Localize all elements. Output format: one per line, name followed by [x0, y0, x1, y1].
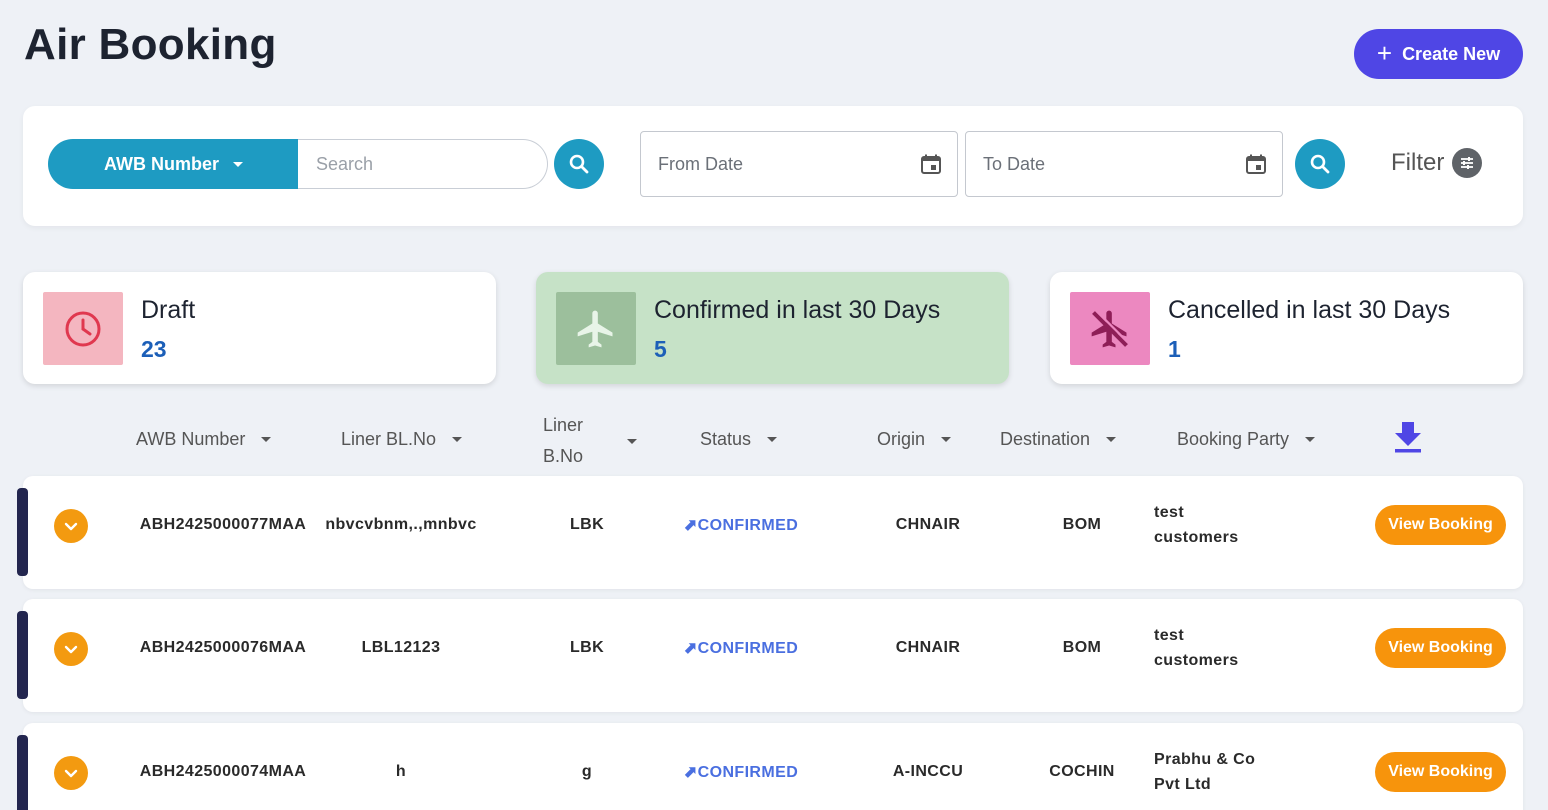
- cell-status: ⬈CONFIRMED: [684, 515, 798, 535]
- search-icon: [569, 154, 589, 174]
- stat-label: Draft: [141, 296, 196, 324]
- column-header-liner-bl-no[interactable]: Liner BL.No: [341, 429, 463, 450]
- to-date-placeholder: To Date: [983, 153, 1046, 174]
- column-header-label: Liner BL.No: [341, 429, 437, 449]
- status-text: CONFIRMED: [697, 764, 799, 781]
- cell-liner-b-no: g: [581, 763, 593, 780]
- clock-icon: [43, 292, 123, 365]
- cell-liner-bl-no: LBL12123: [361, 639, 441, 656]
- table-row: ABH2425000076MAA LBL12123 LBK ⬈CONFIRMED…: [17, 599, 1523, 712]
- confirmed-icon: ⬈: [683, 640, 698, 657]
- stat-label: Confirmed in last 30 Days: [654, 296, 941, 324]
- cell-origin: CHNAIR: [895, 639, 961, 656]
- cell-liner-b-no: LBK: [569, 639, 605, 656]
- column-header-awb-number[interactable]: AWB Number: [136, 429, 272, 450]
- column-header-booking-party[interactable]: Booking Party: [1177, 429, 1316, 450]
- stat-card-cancelled[interactable]: Cancelled in last 30 Days 1: [1050, 272, 1523, 384]
- calendar-icon: [1246, 154, 1266, 174]
- expand-row-button[interactable]: [54, 632, 88, 666]
- calendar-icon: [921, 154, 941, 174]
- column-header-label: Booking Party: [1177, 429, 1290, 449]
- cell-status: ⬈CONFIRMED: [684, 638, 798, 658]
- stat-count: 23: [141, 336, 167, 362]
- table-row: ABH2425000077MAA nbvcvbnm,.,mnbvc LBK ⬈C…: [17, 476, 1523, 589]
- cell-awb-number: ABH2425000077MAA: [139, 516, 307, 533]
- create-new-button[interactable]: + Create New: [1354, 29, 1523, 79]
- from-date-field[interactable]: From Date: [640, 131, 958, 197]
- column-header-status[interactable]: Status: [700, 429, 778, 450]
- cell-booking-party: test customers: [1154, 504, 1239, 546]
- column-header-label: Destination: [1000, 429, 1091, 449]
- airplane-off-icon: [1070, 292, 1150, 365]
- tune-icon: [1452, 148, 1483, 178]
- cell-liner-bl-no: nbvcvbnm,.,mnbvc: [325, 516, 477, 533]
- cell-origin: CHNAIR: [895, 516, 961, 533]
- stat-count: 5: [654, 336, 667, 362]
- caret-down-icon: [261, 437, 272, 442]
- search-button[interactable]: [554, 139, 604, 189]
- view-booking-button[interactable]: View Booking: [1375, 628, 1506, 668]
- row-indicator: [17, 735, 28, 810]
- column-header-label: Status: [700, 429, 752, 449]
- column-header-destination[interactable]: Destination: [1000, 429, 1117, 450]
- column-header-label: Liner B.No: [543, 415, 584, 466]
- chevron-down-icon: [64, 769, 78, 778]
- stat-card-confirmed[interactable]: Confirmed in last 30 Days 5: [536, 272, 1009, 384]
- row-indicator: [17, 611, 28, 699]
- stat-card-draft[interactable]: Draft 23: [23, 272, 496, 384]
- cell-awb-number: ABH2425000076MAA: [139, 639, 307, 656]
- column-header-label: AWB Number: [136, 429, 246, 449]
- filter-label: Filter: [1391, 149, 1445, 176]
- table-header: AWB Number Liner BL.No Liner B.No Status…: [0, 410, 1548, 470]
- cell-awb-number: ABH2425000074MAA: [139, 763, 307, 780]
- cell-booking-party: test customers: [1154, 627, 1239, 669]
- cell-origin: A-INCCU: [892, 763, 964, 780]
- caret-down-icon: [452, 437, 463, 442]
- search-icon: [1310, 154, 1330, 174]
- search-input[interactable]: [298, 139, 548, 189]
- cell-destination: BOM: [1062, 516, 1102, 533]
- chevron-down-icon: [64, 522, 78, 531]
- status-text: CONFIRMED: [697, 640, 799, 657]
- cell-liner-b-no: LBK: [569, 516, 605, 533]
- stat-label: Cancelled in last 30 Days: [1168, 296, 1451, 324]
- to-date-field[interactable]: To Date: [965, 131, 1283, 197]
- expand-row-button[interactable]: [54, 509, 88, 543]
- stat-count: 1: [1168, 336, 1181, 362]
- row-indicator: [17, 488, 28, 576]
- caret-down-icon: [941, 437, 952, 442]
- status-text: CONFIRMED: [697, 517, 799, 534]
- cell-destination: COCHIN: [1049, 763, 1115, 780]
- cell-liner-bl-no: h: [395, 763, 407, 780]
- confirmed-icon: ⬈: [683, 517, 698, 534]
- filter-button[interactable]: Filter: [1391, 148, 1483, 178]
- chevron-down-icon: [64, 645, 78, 654]
- expand-row-button[interactable]: [54, 756, 88, 790]
- caret-down-icon: [767, 437, 778, 442]
- search-field-select[interactable]: AWB Number: [48, 139, 299, 189]
- column-header-liner-b-no[interactable]: Liner B.No: [543, 410, 637, 472]
- caret-down-icon: [627, 438, 637, 444]
- airplane-icon: [556, 292, 636, 365]
- column-header-origin[interactable]: Origin: [877, 429, 952, 450]
- cell-booking-party: Prabhu & Co Pvt Ltd: [1154, 751, 1256, 793]
- search-panel: AWB Number From Date To Date Filter: [23, 106, 1523, 226]
- plus-icon: +: [1376, 38, 1393, 68]
- caret-down-icon: [1305, 437, 1316, 442]
- cell-status: ⬈CONFIRMED: [684, 762, 798, 782]
- page-title: Air Booking: [24, 20, 277, 69]
- confirmed-icon: ⬈: [683, 764, 698, 781]
- view-booking-button[interactable]: View Booking: [1375, 505, 1506, 545]
- download-icon[interactable]: [1393, 420, 1423, 459]
- search-field-label: AWB Number: [103, 153, 219, 174]
- caret-down-icon: [233, 161, 243, 167]
- column-header-label: Origin: [877, 429, 926, 449]
- from-date-placeholder: From Date: [658, 153, 744, 174]
- cell-destination: BOM: [1062, 639, 1102, 656]
- date-search-button[interactable]: [1295, 139, 1345, 189]
- caret-down-icon: [1106, 437, 1117, 442]
- create-new-label: Create New: [1402, 43, 1501, 64]
- table-row: ABH2425000074MAA h g ⬈CONFIRMED A-INCCU …: [17, 723, 1523, 810]
- view-booking-button[interactable]: View Booking: [1375, 752, 1506, 792]
